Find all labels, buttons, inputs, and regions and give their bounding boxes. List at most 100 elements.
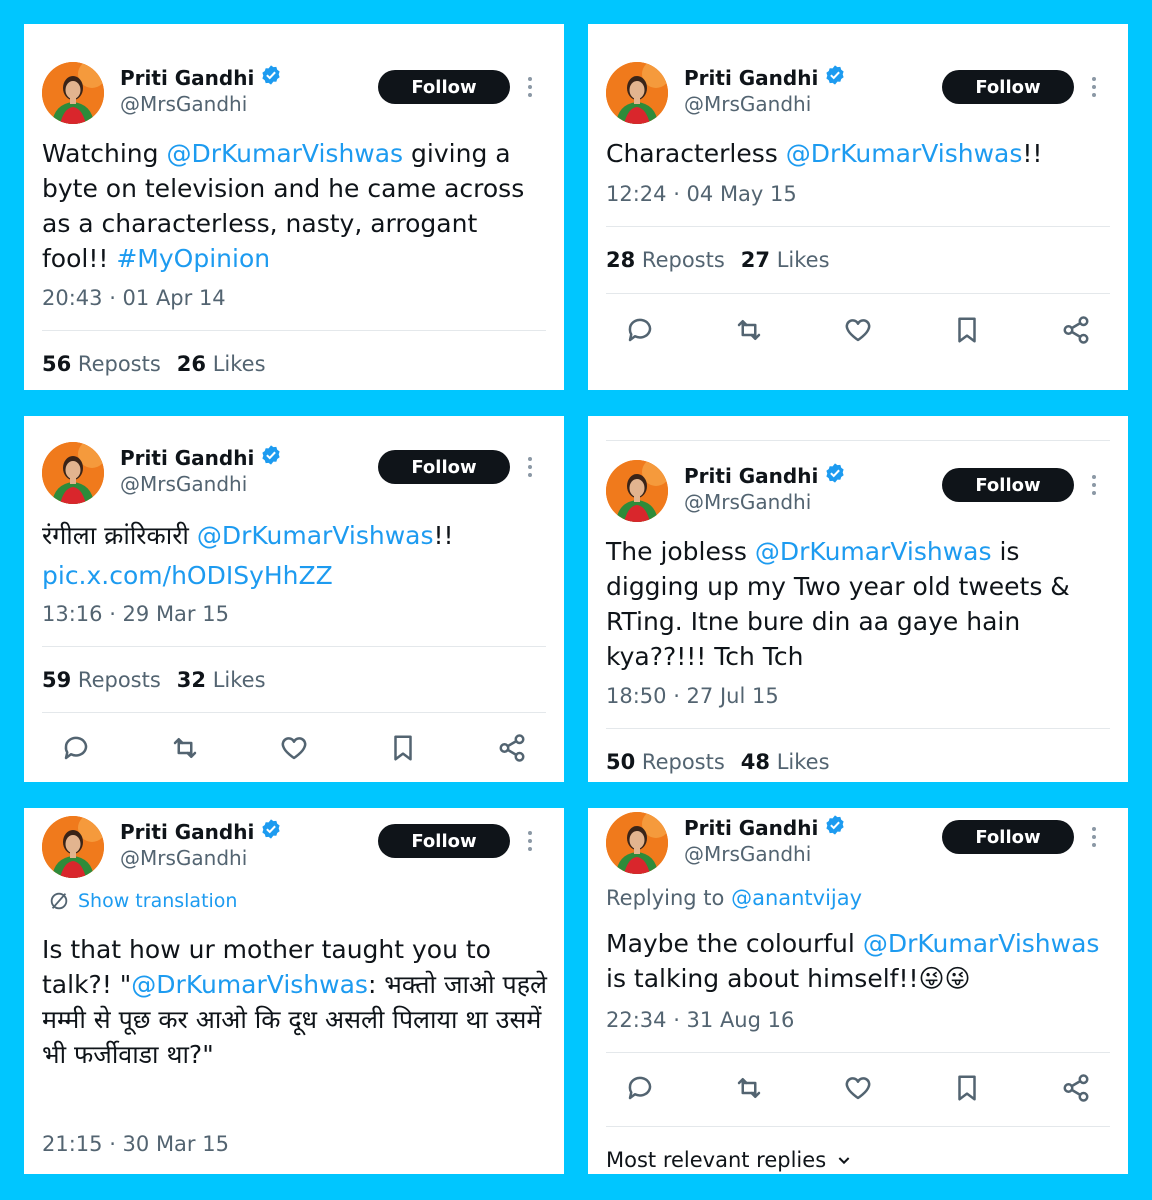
author-handle[interactable]: @MrsGandhi bbox=[120, 92, 247, 116]
share-icon[interactable] bbox=[496, 732, 528, 764]
divider bbox=[606, 1126, 1110, 1127]
share-icon[interactable] bbox=[1060, 314, 1092, 346]
more-icon[interactable] bbox=[1082, 468, 1106, 502]
likes-stat[interactable]: 48 Likes bbox=[741, 750, 830, 774]
likes-count: 26 bbox=[176, 352, 207, 376]
tweet-timestamp[interactable]: 20:43 · 01 Apr 14 bbox=[42, 286, 226, 310]
author-handle[interactable]: @MrsGandhi bbox=[120, 846, 247, 870]
follow-button[interactable]: Follow bbox=[942, 820, 1074, 854]
tweet-timestamp[interactable]: 13:16 · 29 Mar 15 bbox=[42, 602, 229, 626]
replying-label: Replying to bbox=[606, 886, 732, 910]
mention-link[interactable]: @DrKumarVishwas bbox=[863, 929, 1100, 958]
tweet-header: Priti Gandhi @MrsGandhi Follow bbox=[606, 62, 1110, 126]
author-name[interactable]: Priti Gandhi bbox=[684, 814, 846, 841]
more-icon[interactable] bbox=[518, 70, 542, 104]
reposts-stat[interactable]: 56 Reposts bbox=[42, 352, 161, 376]
repost-icon[interactable] bbox=[169, 732, 201, 764]
follow-button[interactable]: Follow bbox=[942, 70, 1074, 104]
engagement-stats: 28 Reposts 27 Likes bbox=[606, 248, 830, 272]
more-icon[interactable] bbox=[1082, 820, 1106, 854]
tweet-actions bbox=[60, 730, 528, 766]
mention-link[interactable]: @DrKumarVishwas bbox=[131, 970, 368, 999]
follow-button[interactable]: Follow bbox=[378, 824, 510, 858]
tweet-timestamp[interactable]: 22:34 · 31 Aug 16 bbox=[606, 1008, 794, 1032]
author-name-text: Priti Gandhi bbox=[684, 815, 819, 840]
more-icon[interactable] bbox=[1082, 70, 1106, 104]
reposts-stat[interactable]: 50 Reposts bbox=[606, 750, 725, 774]
author-handle[interactable]: @MrsGandhi bbox=[684, 490, 811, 514]
chevron-down-icon bbox=[838, 1157, 850, 1165]
verified-badge-icon bbox=[260, 444, 282, 471]
author-name[interactable]: Priti Gandhi bbox=[120, 64, 282, 91]
share-icon[interactable] bbox=[1060, 1072, 1092, 1104]
text-segment: is talking about himself!!😜😜 bbox=[606, 964, 971, 993]
hashtag-link[interactable]: #MyOpinion bbox=[116, 244, 270, 273]
verified-badge-icon bbox=[824, 462, 846, 489]
tweet-timestamp[interactable]: 12:24 · 04 May 15 bbox=[606, 182, 797, 206]
follow-button[interactable]: Follow bbox=[942, 468, 1074, 502]
likes-label: Likes bbox=[212, 352, 266, 376]
author-handle[interactable]: @MrsGandhi bbox=[684, 92, 811, 116]
more-icon[interactable] bbox=[518, 824, 542, 858]
divider bbox=[606, 728, 1110, 729]
likes-stat[interactable]: 26 Likes bbox=[177, 352, 266, 376]
tweet-text: The jobless @DrKumarVishwas is digging u… bbox=[606, 534, 1114, 674]
author-name[interactable]: Priti Gandhi bbox=[684, 462, 846, 489]
translate-icon bbox=[50, 892, 68, 910]
tweet-timestamp[interactable]: 18:50 · 27 Jul 15 bbox=[606, 684, 779, 708]
follow-button[interactable]: Follow bbox=[378, 70, 510, 104]
avatar[interactable] bbox=[606, 62, 668, 124]
author-name[interactable]: Priti Gandhi bbox=[684, 64, 846, 91]
most-relevant-replies-dropdown[interactable]: Most relevant replies bbox=[606, 1148, 852, 1172]
repost-icon[interactable] bbox=[733, 314, 765, 346]
avatar[interactable] bbox=[606, 812, 668, 874]
tweet-timestamp[interactable]: 21:15 · 30 Mar 15 bbox=[42, 1132, 229, 1156]
replying-to: Replying to @anantvijay bbox=[606, 886, 862, 910]
reposts-stat[interactable]: 59 Reposts bbox=[42, 668, 161, 692]
reply-icon[interactable] bbox=[60, 732, 92, 764]
tweet-card-6: Priti Gandhi @MrsGandhi Follow Replying … bbox=[588, 808, 1128, 1174]
media-link[interactable]: pic.x.com/hODISyHhZZ bbox=[42, 561, 333, 590]
author-name-text: Priti Gandhi bbox=[684, 65, 819, 90]
bookmark-icon[interactable] bbox=[951, 314, 983, 346]
repost-icon[interactable] bbox=[733, 1072, 765, 1104]
tweet-card-5: Priti Gandhi @MrsGandhi Follow Show tran… bbox=[24, 808, 564, 1174]
reposts-label: Reposts bbox=[77, 668, 161, 692]
avatar[interactable] bbox=[606, 460, 668, 522]
mention-link[interactable]: @DrKumarVishwas bbox=[166, 139, 403, 168]
reposts-stat[interactable]: 28 Reposts bbox=[606, 248, 725, 272]
show-translation-link[interactable]: Show translation bbox=[48, 890, 237, 912]
bookmark-icon[interactable] bbox=[951, 1072, 983, 1104]
avatar[interactable] bbox=[42, 442, 104, 504]
avatar[interactable] bbox=[42, 816, 104, 878]
author-handle[interactable]: @MrsGandhi bbox=[684, 842, 811, 866]
reply-icon[interactable] bbox=[624, 314, 656, 346]
mention-link[interactable]: @DrKumarVishwas bbox=[786, 139, 1023, 168]
likes-label: Likes bbox=[776, 248, 830, 272]
follow-button[interactable]: Follow bbox=[378, 450, 510, 484]
likes-count: 27 bbox=[740, 248, 771, 272]
tweet-text: Watching @DrKumarVishwas giving a byte o… bbox=[42, 136, 550, 276]
like-icon[interactable] bbox=[842, 314, 874, 346]
author-name[interactable]: Priti Gandhi bbox=[120, 818, 282, 845]
tweet-text: Is that how ur mother taught you to talk… bbox=[42, 932, 550, 1072]
tweet-header: Priti Gandhi @MrsGandhi Follow bbox=[42, 62, 546, 126]
bookmark-icon[interactable] bbox=[387, 732, 419, 764]
text-segment: रंगीला क्रांरिकारी bbox=[42, 521, 197, 550]
replying-handle-link[interactable]: @anantvijay bbox=[731, 886, 862, 910]
likes-count: 48 bbox=[740, 750, 771, 774]
more-icon[interactable] bbox=[518, 450, 542, 484]
reposts-count: 28 bbox=[606, 248, 636, 272]
reply-icon[interactable] bbox=[624, 1072, 656, 1104]
mention-link[interactable]: @DrKumarVishwas bbox=[755, 537, 992, 566]
like-icon[interactable] bbox=[278, 732, 310, 764]
avatar[interactable] bbox=[42, 62, 104, 124]
mention-link[interactable]: @DrKumarVishwas bbox=[197, 521, 434, 550]
verified-badge-icon bbox=[260, 64, 282, 91]
likes-stat[interactable]: 32 Likes bbox=[177, 668, 266, 692]
likes-stat[interactable]: 27 Likes bbox=[741, 248, 830, 272]
like-icon[interactable] bbox=[842, 1072, 874, 1104]
author-handle[interactable]: @MrsGandhi bbox=[120, 472, 247, 496]
divider bbox=[42, 712, 546, 713]
author-name[interactable]: Priti Gandhi bbox=[120, 444, 282, 471]
